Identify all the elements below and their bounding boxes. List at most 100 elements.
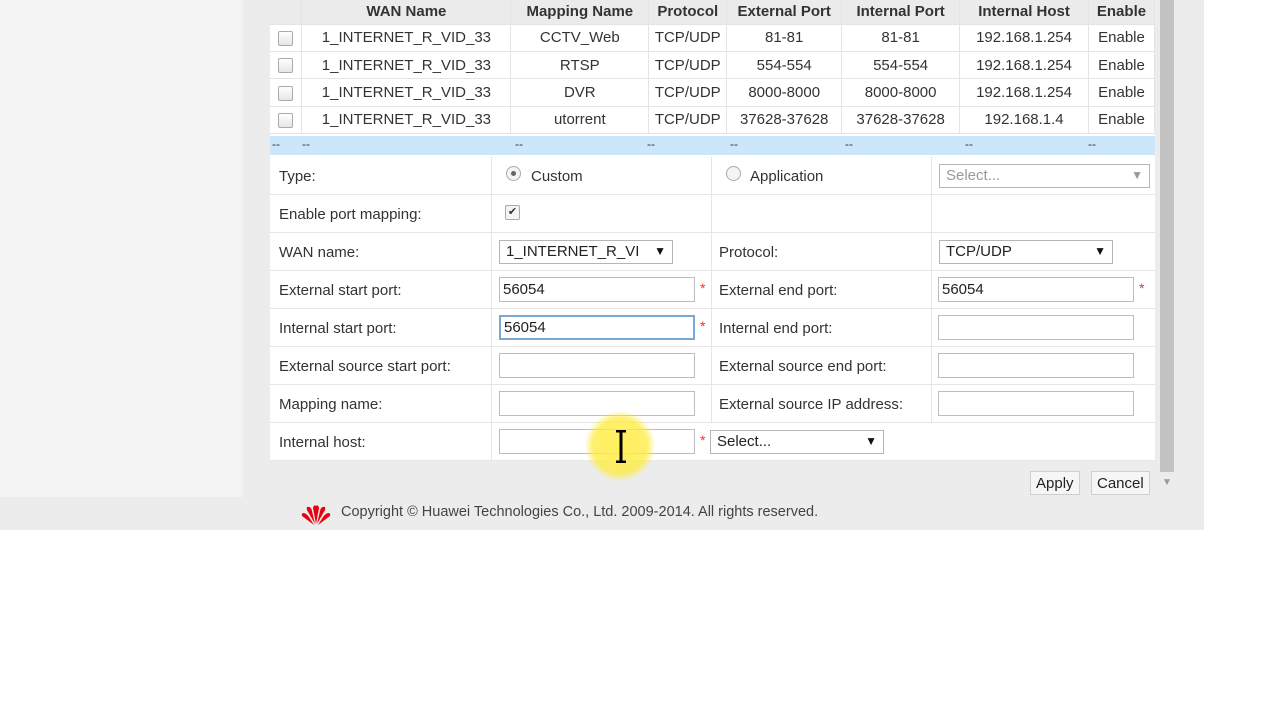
- new-row-dash: --: [302, 137, 310, 151]
- new-row-dash: --: [730, 137, 738, 151]
- row-checkbox[interactable]: [278, 30, 294, 46]
- cell-internal-host: 192.168.1.254: [959, 51, 1089, 80]
- external-end-port-input[interactable]: [938, 277, 1134, 302]
- cell-protocol: TCP/UDP: [648, 78, 728, 107]
- wan-name-value: 1_INTERNET_R_VI: [506, 243, 640, 260]
- col-internal-port: Internal Port: [841, 0, 961, 25]
- internal-start-port-input[interactable]: [499, 315, 695, 340]
- external-end-port-label: External end port:: [719, 282, 838, 299]
- cell-protocol: TCP/UDP: [648, 24, 728, 52]
- required-mark: *: [700, 432, 706, 448]
- external-source-end-port-input[interactable]: [938, 353, 1134, 378]
- external-source-ip-label: External source IP address:: [719, 396, 903, 413]
- cell-internal-host: 192.168.1.254: [959, 24, 1089, 52]
- cell-wan-name: 1_INTERNET_R_VID_33: [301, 78, 512, 107]
- cell-internal-port: 554-554: [841, 51, 961, 80]
- new-row-dash: --: [515, 137, 523, 151]
- required-mark: *: [700, 318, 706, 334]
- scrollbar-thumb[interactable]: [1160, 0, 1174, 472]
- table-row[interactable]: 1_INTERNET_R_VID_33 utorrent TCP/UDP 376…: [270, 106, 1156, 135]
- new-row-dash: --: [1088, 137, 1096, 151]
- col-external-port: External Port: [726, 0, 843, 25]
- cancel-button[interactable]: Cancel: [1091, 471, 1150, 495]
- type-application-label: Application: [750, 168, 824, 185]
- internal-end-port-input[interactable]: [938, 315, 1134, 340]
- col-select: [270, 0, 303, 25]
- scroll-down-arrow-icon[interactable]: ▼: [1160, 477, 1174, 488]
- required-mark: *: [700, 280, 706, 296]
- form-row-enable: Enable port mapping: ✔: [270, 195, 1155, 233]
- external-source-start-port-input[interactable]: [499, 353, 695, 378]
- cell-internal-port: 37628-37628: [841, 106, 961, 135]
- apply-button[interactable]: Apply: [1030, 471, 1080, 495]
- external-start-port-input[interactable]: [499, 277, 695, 302]
- row-checkbox[interactable]: [278, 58, 294, 74]
- cell-enable: Enable: [1088, 106, 1156, 135]
- cell-mapping-name: DVR: [510, 78, 650, 107]
- cell-external-port: 81-81: [726, 24, 843, 52]
- wan-name-select[interactable]: 1_INTERNET_R_VI ▼: [499, 240, 673, 264]
- form-row-source-ports: External source start port: External sou…: [270, 347, 1155, 385]
- form-row-type: Type: Custom Application Select... ▼: [270, 157, 1155, 195]
- col-internal-host: Internal Host: [959, 0, 1089, 25]
- col-mapping-name: Mapping Name: [510, 0, 650, 25]
- chevron-down-icon: ▼: [865, 434, 877, 448]
- protocol-select[interactable]: TCP/UDP ▼: [939, 240, 1113, 264]
- text-cursor-icon: [616, 430, 626, 463]
- cell-mapping-name: CCTV_Web: [510, 24, 650, 52]
- copyright-text: Copyright © Huawei Technologies Co., Ltd…: [341, 504, 819, 520]
- internal-host-label: Internal host:: [279, 434, 366, 451]
- internal-start-port-label: Internal start port:: [279, 320, 397, 337]
- chevron-down-icon: ▼: [1094, 244, 1106, 258]
- external-source-start-port-label: External source start port:: [279, 358, 451, 375]
- col-protocol: Protocol: [648, 0, 728, 25]
- application-select[interactable]: Select... ▼: [939, 164, 1150, 188]
- type-application-radio[interactable]: [726, 166, 741, 181]
- cell-external-port: 554-554: [726, 51, 843, 80]
- form-row-internal-ports: Internal start port: * Internal end port…: [270, 309, 1155, 347]
- enable-port-mapping-checkbox[interactable]: ✔: [505, 205, 520, 220]
- table-row[interactable]: 1_INTERNET_R_VID_33 DVR TCP/UDP 8000-800…: [270, 78, 1156, 107]
- cell-protocol: TCP/UDP: [648, 106, 728, 135]
- external-source-end-port-label: External source end port:: [719, 358, 887, 375]
- external-source-ip-input[interactable]: [938, 391, 1134, 416]
- table-row[interactable]: 1_INTERNET_R_VID_33 CCTV_Web TCP/UDP 81-…: [270, 24, 1156, 52]
- port-mapping-table: WAN Name Mapping Name Protocol External …: [270, 0, 1156, 135]
- cell-enable: Enable: [1088, 24, 1156, 52]
- col-wan-name: WAN Name: [301, 0, 512, 25]
- cell-external-port: 8000-8000: [726, 78, 843, 107]
- form-row-mapping-name: Mapping name: External source IP address…: [270, 385, 1155, 423]
- new-entry-row[interactable]: -- -- -- -- -- -- -- --: [270, 136, 1155, 155]
- wan-name-label: WAN name:: [279, 244, 360, 261]
- row-checkbox[interactable]: [278, 112, 294, 128]
- table-row[interactable]: 1_INTERNET_R_VID_33 RTSP TCP/UDP 554-554…: [270, 51, 1156, 80]
- internal-host-select-value: Select...: [717, 433, 772, 450]
- form-row-internal-host: Internal host: * Select... ▼: [270, 423, 1155, 461]
- right-margin: [1204, 0, 1280, 530]
- type-custom-radio[interactable]: [506, 166, 521, 181]
- form-row-external-ports: External start port: * External end port…: [270, 271, 1155, 309]
- internal-end-port-label: Internal end port:: [719, 320, 833, 337]
- internal-host-select[interactable]: Select... ▼: [710, 430, 884, 454]
- table-header-row: WAN Name Mapping Name Protocol External …: [270, 0, 1156, 25]
- protocol-label: Protocol:: [719, 244, 779, 261]
- left-nav-panel: [0, 0, 243, 497]
- cell-mapping-name: utorrent: [510, 106, 650, 135]
- huawei-logo-icon: [301, 505, 331, 525]
- cell-external-port: 37628-37628: [726, 106, 843, 135]
- new-row-dash: --: [845, 137, 853, 151]
- type-custom-label: Custom: [531, 168, 583, 185]
- cell-internal-host: 192.168.1.4: [959, 106, 1089, 135]
- new-row-dash: --: [272, 137, 280, 151]
- row-checkbox-cell: [270, 51, 303, 80]
- mapping-name-label: Mapping name:: [279, 396, 383, 413]
- cell-internal-host: 192.168.1.254: [959, 78, 1089, 107]
- external-start-port-label: External start port:: [279, 282, 402, 299]
- cell-internal-port: 81-81: [841, 24, 961, 52]
- form-row-wan: WAN name: 1_INTERNET_R_VI ▼ Protocol: TC…: [270, 233, 1155, 271]
- row-checkbox[interactable]: [278, 85, 294, 101]
- mapping-name-input[interactable]: [499, 391, 695, 416]
- cell-mapping-name: RTSP: [510, 51, 650, 80]
- chevron-down-icon: ▼: [1131, 168, 1143, 182]
- type-label: Type:: [279, 168, 316, 185]
